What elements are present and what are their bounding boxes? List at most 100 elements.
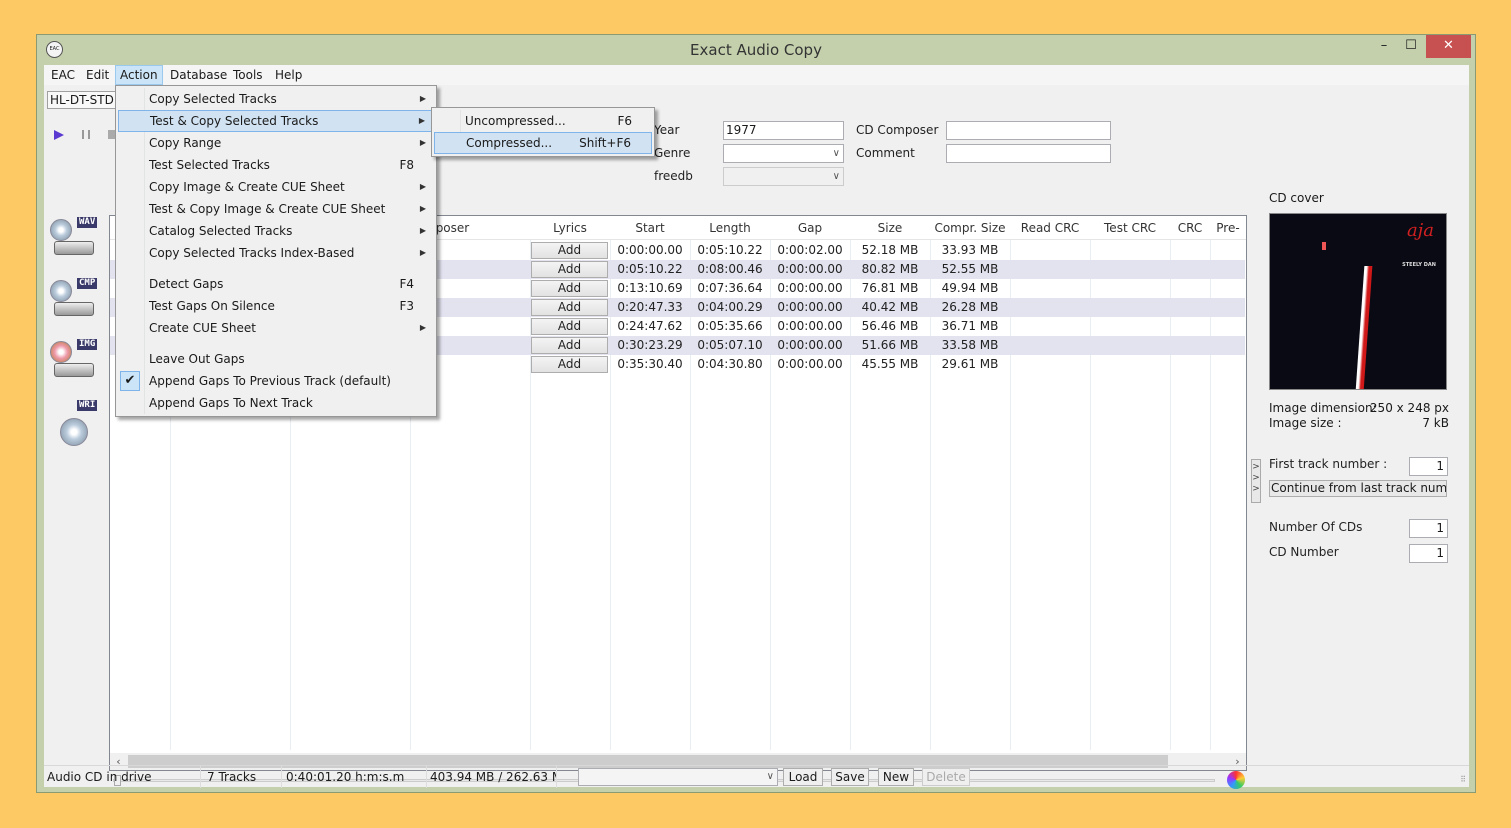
start-cell: 0:30:23.29 bbox=[617, 338, 683, 352]
menu-item-test-copy-selected-tracks[interactable]: Test & Copy Selected Tracks ▶ bbox=[118, 110, 434, 132]
pause-icon[interactable] bbox=[82, 130, 90, 139]
cd-number-input[interactable]: 1 bbox=[1409, 544, 1448, 563]
gap-cell: 0:00:00.00 bbox=[777, 300, 843, 314]
column-header-lyrics[interactable]: Lyrics bbox=[530, 216, 610, 240]
cd-composer-input[interactable] bbox=[946, 121, 1111, 140]
profile-select[interactable]: ∨ bbox=[578, 768, 778, 786]
menu-item-test-selected-tracks[interactable]: Test Selected Tracks F8 bbox=[118, 154, 434, 176]
menu-eac[interactable]: EAC bbox=[47, 65, 79, 85]
gap-cell: 0:00:00.00 bbox=[777, 319, 843, 333]
copy-image-button[interactable]: IMG bbox=[50, 339, 100, 389]
menu-item-append-gaps-to-previous-track-default[interactable]: ✔ Append Gaps To Previous Track (default) bbox=[118, 370, 434, 392]
first-track-input[interactable]: 1 bbox=[1409, 457, 1448, 476]
copy-wav-button[interactable]: WAV bbox=[50, 217, 100, 267]
continue-track-number-button[interactable]: Continue from last track numbe bbox=[1269, 480, 1447, 497]
cmp-badge: CMP bbox=[77, 278, 98, 289]
menu-item-label: Copy Selected Tracks Index-Based bbox=[149, 246, 355, 260]
cd-icon bbox=[50, 280, 72, 302]
number-of-cds-input[interactable]: 1 bbox=[1409, 519, 1448, 538]
column-header-pre[interactable]: Pre- bbox=[1210, 216, 1246, 240]
menu-item-test-copy-image-create-cue-sheet[interactable]: Test & Copy Image & Create CUE Sheet ▶ bbox=[118, 198, 434, 220]
play-icon[interactable] bbox=[54, 130, 64, 140]
chevron-right-icon: > bbox=[1252, 462, 1260, 472]
close-button[interactable]: ✕ bbox=[1426, 35, 1471, 58]
add-lyrics-button[interactable]: Add bbox=[531, 261, 608, 278]
menu-item-label: Copy Image & Create CUE Sheet bbox=[149, 180, 345, 194]
menu-item-shortcut: Shift+F6 bbox=[579, 136, 631, 150]
column-header-size[interactable]: Size bbox=[850, 216, 930, 240]
genre-select[interactable]: ∨ bbox=[723, 144, 844, 163]
delete-button[interactable]: Delete bbox=[922, 768, 970, 786]
menu-item-copy-range[interactable]: Copy Range ▶ bbox=[118, 132, 434, 154]
copy-compressed-button[interactable]: CMP bbox=[50, 278, 100, 328]
column-header-crc[interactable]: CRC bbox=[1170, 216, 1210, 240]
cover-art-detail bbox=[1322, 242, 1326, 250]
add-lyrics-button[interactable]: Add bbox=[531, 318, 608, 335]
action-menu: Copy Selected Tracks ▶ Test & Copy Selecte… bbox=[115, 85, 437, 417]
add-lyrics-button[interactable]: Add bbox=[531, 280, 608, 297]
genre-label: Genre bbox=[654, 146, 691, 160]
menu-item-label: Catalog Selected Tracks bbox=[149, 224, 293, 238]
menu-item-create-cue-sheet[interactable]: Create CUE Sheet ▶ bbox=[118, 317, 434, 339]
maximize-button[interactable]: ☐ bbox=[1398, 35, 1424, 58]
submenu-arrow-icon: ▶ bbox=[419, 138, 426, 147]
length-cell: 0:04:00.29 bbox=[697, 300, 763, 314]
menu-item-catalog-selected-tracks[interactable]: Catalog Selected Tracks ▶ bbox=[118, 220, 434, 242]
chevron-right-icon: > bbox=[1252, 473, 1260, 483]
chevron-right-icon: > bbox=[1252, 484, 1260, 494]
checkmark-icon: ✔ bbox=[120, 371, 140, 391]
menu-item-compressed[interactable]: Compressed... Shift+F6 bbox=[434, 132, 652, 154]
compr-size-cell: 33.93 MB bbox=[941, 243, 999, 257]
add-lyrics-button[interactable]: Add bbox=[531, 299, 608, 316]
menu-action[interactable]: Action bbox=[115, 65, 163, 85]
resize-grip-icon[interactable]: ⠿ bbox=[1460, 775, 1466, 784]
drive-icon bbox=[54, 241, 94, 255]
load-button[interactable]: Load bbox=[783, 768, 823, 786]
add-lyrics-button[interactable]: Add bbox=[531, 356, 608, 373]
menu-item-shortcut: F8 bbox=[399, 158, 414, 172]
menu-item-append-gaps-to-next-track[interactable]: Append Gaps To Next Track bbox=[118, 392, 434, 414]
column-header-start[interactable]: Start bbox=[610, 216, 690, 240]
submenu-arrow-icon: ▶ bbox=[419, 204, 426, 213]
total-duration: 0:40:01.20 h:m:s.m bbox=[283, 766, 427, 788]
menu-tools[interactable]: Tools bbox=[229, 65, 267, 85]
menu-item-label: Uncompressed... bbox=[465, 114, 566, 128]
length-cell: 0:07:36.64 bbox=[697, 281, 763, 295]
menu-item-copy-selected-tracks[interactable]: Copy Selected Tracks ▶ bbox=[118, 88, 434, 110]
menu-item-detect-gaps[interactable]: Detect Gaps F4 bbox=[118, 273, 434, 295]
title-bar[interactable]: EAC Exact Audio Copy – ☐ ✕ bbox=[37, 35, 1475, 65]
column-header-compr-size[interactable]: Compr. Size bbox=[930, 216, 1010, 240]
cd-cover-image[interactable]: aja STEELY DAN bbox=[1269, 213, 1447, 390]
menu-database[interactable]: Database bbox=[166, 65, 231, 85]
column-header-read-crc[interactable]: Read CRC bbox=[1010, 216, 1090, 240]
new-button[interactable]: New bbox=[878, 768, 914, 786]
comment-input[interactable] bbox=[946, 144, 1111, 163]
column-header-test-crc[interactable]: Test CRC bbox=[1090, 216, 1170, 240]
menu-item-leave-out-gaps[interactable]: Leave Out Gaps bbox=[118, 348, 434, 370]
start-cell: 0:13:10.69 bbox=[617, 281, 683, 295]
menu-item-copy-selected-tracks-index-based[interactable]: Copy Selected Tracks Index-Based ▶ bbox=[118, 242, 434, 264]
add-lyrics-button[interactable]: Add bbox=[531, 337, 608, 354]
length-cell: 0:05:10.22 bbox=[697, 243, 763, 257]
wri-badge: WRI bbox=[77, 400, 98, 411]
year-input[interactable]: 1977 bbox=[723, 121, 844, 140]
cover-art-artist: STEELY DAN bbox=[1402, 262, 1436, 268]
submenu-arrow-icon: ▶ bbox=[419, 182, 426, 191]
minimize-button[interactable]: – bbox=[1371, 35, 1397, 58]
column-header-gap[interactable]: Gap bbox=[770, 216, 850, 240]
menu-item-test-gaps-on-silence[interactable]: Test Gaps On Silence F3 bbox=[118, 295, 434, 317]
column-header-length[interactable]: Length bbox=[690, 216, 770, 240]
cd-icon bbox=[50, 341, 72, 363]
chevron-down-icon: ∨ bbox=[832, 148, 840, 159]
menu-help[interactable]: Help bbox=[271, 65, 306, 85]
start-cell: 0:00:00.00 bbox=[617, 243, 683, 257]
menu-edit[interactable]: Edit bbox=[82, 65, 113, 85]
freedb-select[interactable]: ∨ bbox=[723, 167, 844, 186]
image-size-value: 7 kB bbox=[1422, 416, 1449, 430]
menu-item-copy-image-create-cue-sheet[interactable]: Copy Image & Create CUE Sheet ▶ bbox=[118, 176, 434, 198]
expand-panel-button[interactable]: > > > bbox=[1251, 459, 1261, 503]
write-cd-button[interactable]: WRI bbox=[50, 400, 100, 450]
add-lyrics-button[interactable]: Add bbox=[531, 242, 608, 259]
menu-item-uncompressed[interactable]: Uncompressed... F6 bbox=[434, 110, 652, 132]
save-button[interactable]: Save bbox=[831, 768, 869, 786]
